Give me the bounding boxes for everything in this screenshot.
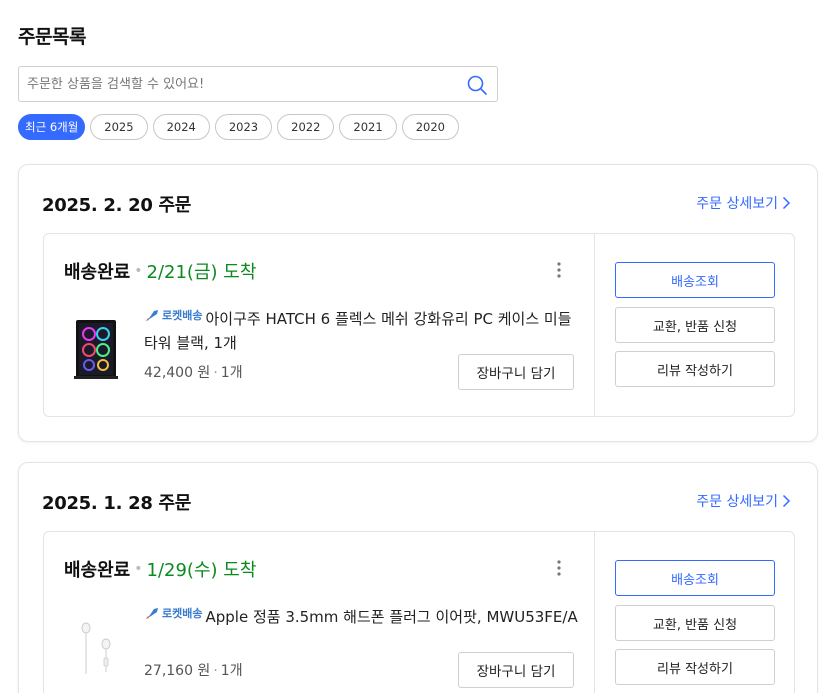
product-price: 27,160 원 (144, 663, 211, 679)
exchange-return-button[interactable]: 교환, 반품 신청 (615, 307, 775, 343)
period-tabs: 최근 6개월 2025 2024 2023 2022 2021 2020 (18, 114, 459, 140)
tab-recent-6-months[interactable]: 최근 6개월 (18, 114, 86, 140)
track-delivery-button[interactable]: 배송조회 (615, 262, 775, 298)
tab-2022[interactable]: 2022 (277, 114, 335, 140)
product-name: Apple 정품 3.5mm 해드폰 플러그 이어팟, MWU53FE/A (205, 608, 578, 626)
rocket-icon (146, 310, 158, 321)
product-name-line[interactable]: 로켓배송 Apple 정품 3.5mm 해드폰 플러그 이어팟, MWU53FE… (144, 602, 584, 629)
separator-dot: · (213, 663, 218, 679)
tab-2021[interactable]: 2021 (339, 114, 397, 140)
rocket-icon (146, 608, 158, 619)
earpods-icon[interactable] (68, 614, 124, 680)
track-delivery-button[interactable]: 배송조회 (615, 560, 775, 596)
delivery-status: 배송완료 • 1/29(수) 도착 (64, 556, 256, 582)
arrival-date: 2/21(금) 도착 (146, 262, 257, 283)
tab-2020[interactable]: 2020 (401, 114, 459, 140)
add-to-cart-button[interactable]: 장바구니 담기 (458, 652, 574, 688)
price-line: 42,400 원 · 1개 (144, 362, 243, 382)
order-date: 2025. 2. 20 주문 (42, 195, 192, 216)
order-card: 2025. 2. 20 주문 주문 상세보기 배송완료 • 2/21(금) 도착 (18, 164, 818, 442)
more-options-icon[interactable] (554, 558, 564, 578)
chevron-right-icon (782, 196, 791, 210)
order-detail-label: 주문 상세보기 (696, 196, 778, 212)
order-item: 배송완료 • 1/29(수) 도착 로켓배송 Apple 정품 3.5mm 해드… (43, 531, 795, 693)
search-icon[interactable] (465, 73, 489, 97)
add-to-cart-button[interactable]: 장바구니 담기 (458, 354, 574, 390)
product-price: 42,400 원 (144, 365, 211, 381)
write-review-button[interactable]: 리뷰 작성하기 (615, 649, 775, 685)
tab-2023[interactable]: 2023 (214, 114, 273, 140)
order-card: 2025. 1. 28 주문 주문 상세보기 배송완료 • 1/29(수) 도착 (18, 462, 818, 693)
tab-2024[interactable]: 2024 (152, 114, 210, 140)
page-title: 주문목록 (18, 26, 86, 48)
order-item: 배송완료 • 2/21(금) 도착 로켓배송 아이구주 HATCH 6 플렉스 … (43, 233, 795, 417)
product-name: 아이구주 HATCH 6 플렉스 메쉬 강화유리 PC 케이스 미들타워 블랙,… (144, 310, 572, 352)
rocket-badge-label: 로켓배송 (162, 309, 203, 322)
chevron-right-icon (782, 494, 791, 508)
arrival-date: 1/29(수) 도착 (146, 560, 257, 581)
rocket-badge: 로켓배송 (144, 602, 202, 626)
exchange-return-button[interactable]: 교환, 반품 신청 (615, 605, 775, 641)
separator-dot: · (213, 365, 218, 381)
separator-dot: • (134, 561, 143, 577)
tab-2025[interactable]: 2025 (90, 114, 148, 140)
search-box (18, 66, 498, 102)
order-item-info: 배송완료 • 1/29(수) 도착 로켓배송 Apple 정품 3.5mm 해드… (44, 532, 594, 693)
product-info: 로켓배송 Apple 정품 3.5mm 해드폰 플러그 이어팟, MWU53FE… (144, 602, 584, 629)
pc-case-icon[interactable] (68, 316, 124, 382)
order-detail-link[interactable]: 주문 상세보기 (696, 491, 791, 511)
order-actions: 배송조회 교환, 반품 신청 리뷰 작성하기 (594, 532, 794, 693)
product-quantity: 1개 (220, 365, 243, 381)
status-label: 배송완료 (64, 262, 131, 283)
more-options-icon[interactable] (554, 260, 564, 280)
product-name-line[interactable]: 로켓배송 아이구주 HATCH 6 플렉스 메쉬 강화유리 PC 케이스 미들타… (144, 304, 584, 355)
price-line: 27,160 원 · 1개 (144, 660, 243, 680)
search-input[interactable] (19, 67, 459, 101)
status-label: 배송완료 (64, 560, 131, 581)
rocket-badge-label: 로켓배송 (162, 607, 203, 620)
delivery-status: 배송완료 • 2/21(금) 도착 (64, 258, 256, 284)
order-date: 2025. 1. 28 주문 (42, 493, 192, 514)
order-detail-link[interactable]: 주문 상세보기 (696, 193, 791, 213)
order-actions: 배송조회 교환, 반품 신청 리뷰 작성하기 (594, 234, 794, 416)
order-item-info: 배송완료 • 2/21(금) 도착 로켓배송 아이구주 HATCH 6 플렉스 … (44, 234, 594, 416)
product-info: 로켓배송 아이구주 HATCH 6 플렉스 메쉬 강화유리 PC 케이스 미들타… (144, 304, 584, 355)
write-review-button[interactable]: 리뷰 작성하기 (615, 351, 775, 387)
rocket-badge: 로켓배송 (144, 304, 202, 328)
product-quantity: 1개 (220, 663, 243, 679)
separator-dot: • (134, 263, 143, 279)
order-detail-label: 주문 상세보기 (696, 494, 778, 510)
